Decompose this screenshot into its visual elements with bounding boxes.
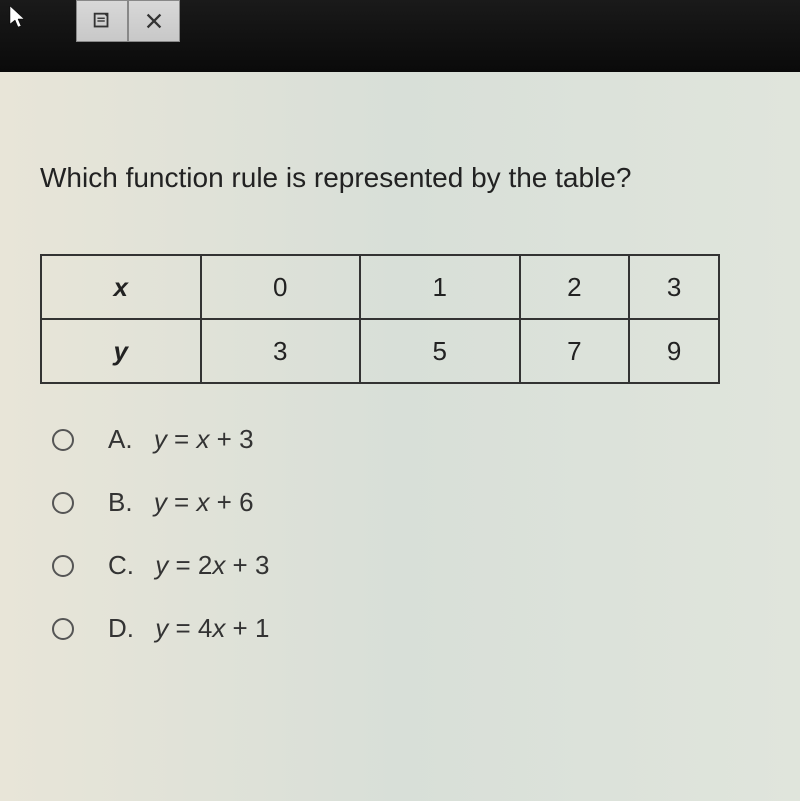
radio-icon[interactable] — [52, 555, 74, 577]
table-cell: 9 — [629, 319, 719, 383]
table-row: x 0 1 2 3 — [41, 255, 719, 319]
option-letter: C. — [108, 550, 134, 580]
table-header-y: y — [41, 319, 201, 383]
option-label: C. y = 2x + 3 — [108, 550, 269, 581]
option-equation: y = 4x + 1 — [155, 613, 269, 643]
table-cell: 5 — [360, 319, 520, 383]
option-label: A. y = x + 3 — [108, 424, 254, 455]
table-cell: 7 — [520, 319, 630, 383]
top-bar — [0, 0, 800, 72]
note-button[interactable] — [76, 0, 128, 42]
option-label: B. y = x + 6 — [108, 487, 254, 518]
radio-icon[interactable] — [52, 618, 74, 640]
option-equation: y = 2x + 3 — [155, 550, 269, 580]
radio-icon[interactable] — [52, 429, 74, 451]
toolbar-buttons — [76, 0, 180, 42]
option-b[interactable]: B. y = x + 6 — [40, 487, 760, 518]
table-cell: 3 — [629, 255, 719, 319]
question-text: Which function rule is represented by th… — [40, 162, 760, 194]
data-table: x 0 1 2 3 y 3 5 7 9 — [40, 254, 720, 384]
option-a[interactable]: A. y = x + 3 — [40, 424, 760, 455]
option-letter: B. — [108, 487, 133, 517]
cursor-icon — [8, 4, 28, 30]
option-label: D. y = 4x + 1 — [108, 613, 269, 644]
table-header-x: x — [41, 255, 201, 319]
table-cell: 2 — [520, 255, 630, 319]
option-d[interactable]: D. y = 4x + 1 — [40, 613, 760, 644]
table-row: y 3 5 7 9 — [41, 319, 719, 383]
table-cell: 3 — [201, 319, 361, 383]
option-c[interactable]: C. y = 2x + 3 — [40, 550, 760, 581]
content-area: Which function rule is represented by th… — [0, 72, 800, 801]
option-equation: y = x + 6 — [154, 487, 254, 517]
table-cell: 0 — [201, 255, 361, 319]
option-letter: D. — [108, 613, 134, 643]
option-letter: A. — [108, 424, 133, 454]
table-cell: 1 — [360, 255, 520, 319]
close-button[interactable] — [128, 0, 180, 42]
options-list: A. y = x + 3 B. y = x + 6 C. y = 2x + 3 … — [40, 424, 760, 644]
option-equation: y = x + 3 — [154, 424, 254, 454]
radio-icon[interactable] — [52, 492, 74, 514]
